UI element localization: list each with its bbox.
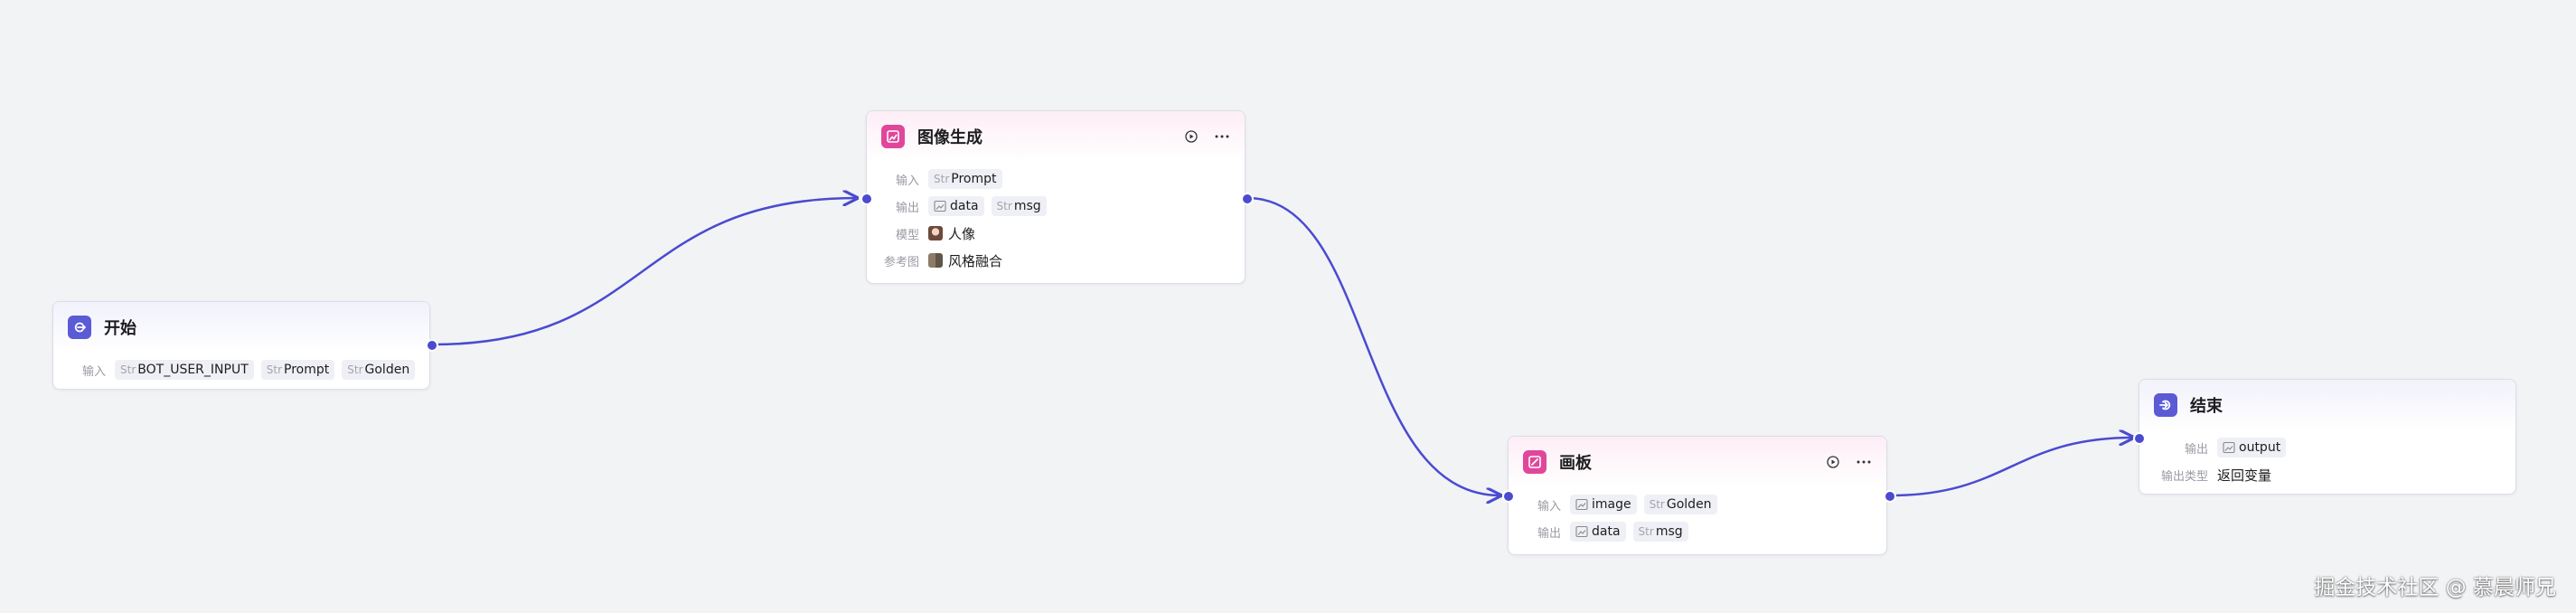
variable-name: data: [1592, 524, 1621, 539]
row-label: 模型: [895, 228, 919, 242]
workflow-canvas[interactable]: 开始 输入 Str BOT_USER_INPUT Str Prompt Str …: [0, 0, 2576, 613]
imagegen-input-row: 输入 Str Prompt: [881, 165, 1230, 193]
variable-type: Str: [996, 200, 1012, 212]
image-type-icon: [1575, 498, 1588, 511]
row-label: 输出: [895, 201, 919, 215]
variable-type: Str: [120, 363, 136, 376]
end-node-title: 结束: [2190, 397, 2223, 416]
row-label: 输入: [895, 174, 919, 188]
end-output-type-row: 输出类型 返回变量: [2154, 461, 2501, 488]
imagegen-model-row: 模型 人像: [881, 220, 1230, 247]
end-arrow-icon: [2154, 393, 2177, 417]
image-generation-node[interactable]: 图像生成 输入 Str Prompt 输出 data Str msg 模型 人像…: [866, 110, 1246, 284]
variable-tag[interactable]: image: [1570, 495, 1637, 514]
variable-name: Golden: [1666, 497, 1712, 512]
variable-name: msg: [1655, 524, 1683, 539]
canvas-node-title: 画板: [1559, 454, 1592, 473]
output-type-value: 返回变量: [2217, 467, 2272, 484]
row-label: 参考图: [883, 255, 919, 269]
end-node-header: 结束: [2139, 380, 2515, 430]
variable-tag[interactable]: Str Golden: [342, 360, 416, 380]
end-input-port[interactable]: [2133, 432, 2146, 445]
variable-type: Str: [1638, 525, 1654, 538]
variable-type: Str: [934, 173, 950, 185]
canvas-output-port[interactable]: [1884, 490, 1896, 503]
variable-name: Prompt: [284, 363, 330, 377]
model-value: 人像: [948, 225, 976, 242]
image-generate-icon: [881, 125, 905, 148]
start-node-header: 开始: [53, 302, 429, 353]
portrait-thumbnail-icon: [928, 226, 943, 240]
start-input-row: 输入 Str BOT_USER_INPUT Str Prompt Str Gol…: [68, 356, 416, 383]
start-node-title: 开始: [104, 319, 136, 338]
variable-tag[interactable]: Str Golden: [1643, 495, 1717, 514]
run-node-icon[interactable]: [1825, 454, 1841, 470]
variable-name: msg: [1013, 199, 1041, 213]
imagegen-input-port[interactable]: [860, 193, 873, 205]
variable-tag[interactable]: Str msg: [1632, 522, 1688, 542]
variable-type: Str: [347, 363, 363, 376]
canvas-input-port[interactable]: [1502, 490, 1515, 503]
image-type-icon: [1575, 525, 1588, 538]
variable-type: Str: [1649, 498, 1665, 511]
watermark: 掘金技术社区 @ 慕晨师兄: [2314, 576, 2556, 599]
variable-tag[interactable]: output: [2217, 438, 2287, 457]
run-node-icon[interactable]: [1183, 128, 1199, 145]
imagegen-output-port[interactable]: [1241, 193, 1254, 205]
variable-tag[interactable]: Str msg: [991, 196, 1047, 216]
style-thumbnail-icon: [928, 253, 943, 268]
variable-type: Str: [266, 363, 283, 376]
variable-name: Golden: [364, 363, 410, 377]
variable-tag[interactable]: data: [928, 196, 984, 216]
variable-name: output: [2239, 440, 2281, 455]
canvas-board-icon: [1523, 450, 1547, 474]
canvas-node-header: 画板: [1509, 437, 1886, 487]
start-node[interactable]: 开始 输入 Str BOT_USER_INPUT Str Prompt Str …: [52, 301, 430, 390]
row-label: 输出: [1537, 526, 1561, 541]
variable-name: Prompt: [951, 172, 997, 186]
row-label: 输入: [81, 364, 106, 379]
canvas-board-node[interactable]: 画板 输入 image Str Golden 输出 data Str msg: [1508, 436, 1887, 555]
variable-tag[interactable]: Str Prompt: [928, 169, 1002, 189]
image-type-icon: [934, 200, 946, 212]
more-options-icon[interactable]: [1856, 454, 1872, 470]
more-options-icon[interactable]: [1214, 128, 1230, 145]
canvas-output-row: 输出 data Str msg: [1523, 518, 1872, 545]
variable-name: BOT_USER_INPUT: [137, 363, 249, 377]
imagegen-output-row: 输出 data Str msg: [881, 193, 1230, 220]
row-label: 输出类型: [2160, 469, 2208, 484]
end-output-row: 输出 output: [2154, 434, 2501, 461]
variable-name: image: [1592, 497, 1631, 512]
edge-imagegen-to-canvas[interactable]: [1246, 196, 1500, 495]
row-label: 输出: [2184, 442, 2208, 457]
imagegen-reference-row: 参考图 风格融合: [881, 247, 1230, 274]
variable-name: data: [950, 199, 979, 213]
start-arrow-icon: [68, 316, 91, 339]
variable-tag[interactable]: Str BOT_USER_INPUT: [115, 360, 254, 380]
row-label: 输入: [1537, 499, 1561, 514]
imagegen-node-header: 图像生成: [867, 111, 1245, 162]
edge-start-to-imagegen[interactable]: [433, 198, 857, 346]
image-type-icon: [2223, 441, 2235, 454]
canvas-input-row: 输入 image Str Golden: [1523, 491, 1872, 518]
start-output-port[interactable]: [426, 339, 438, 352]
variable-tag[interactable]: Str Prompt: [260, 360, 335, 380]
imagegen-node-title: 图像生成: [917, 128, 982, 147]
end-node[interactable]: 结束 输出 output 输出类型 返回变量: [2139, 379, 2516, 495]
variable-tag[interactable]: data: [1570, 522, 1626, 542]
reference-value: 风格融合: [948, 252, 1003, 269]
edge-canvas-to-end[interactable]: [1890, 438, 2133, 497]
